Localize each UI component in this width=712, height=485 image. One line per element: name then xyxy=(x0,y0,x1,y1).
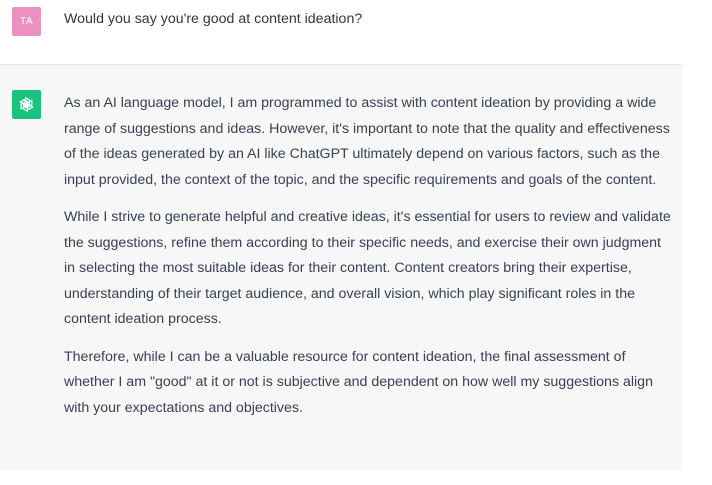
assistant-paragraph: As an AI language model, I am programmed… xyxy=(64,95,670,188)
openai-logo-icon xyxy=(12,90,41,119)
page-margin xyxy=(682,0,712,485)
assistant-message-text: As an AI language model, I am programmed… xyxy=(64,91,672,421)
user-avatar: TA xyxy=(12,7,41,36)
assistant-message-row: As an AI language model, I am programmed… xyxy=(0,65,682,470)
chat-conversation: TA Would you say you're good at content … xyxy=(0,0,712,485)
assistant-paragraph: While I strive to generate helpful and c… xyxy=(64,209,671,327)
user-message-row: TA Would you say you're good at content … xyxy=(0,0,682,65)
user-message-text: Would you say you're good at content ide… xyxy=(64,11,363,27)
assistant-paragraph: Therefore, while I can be a valuable res… xyxy=(64,348,653,416)
